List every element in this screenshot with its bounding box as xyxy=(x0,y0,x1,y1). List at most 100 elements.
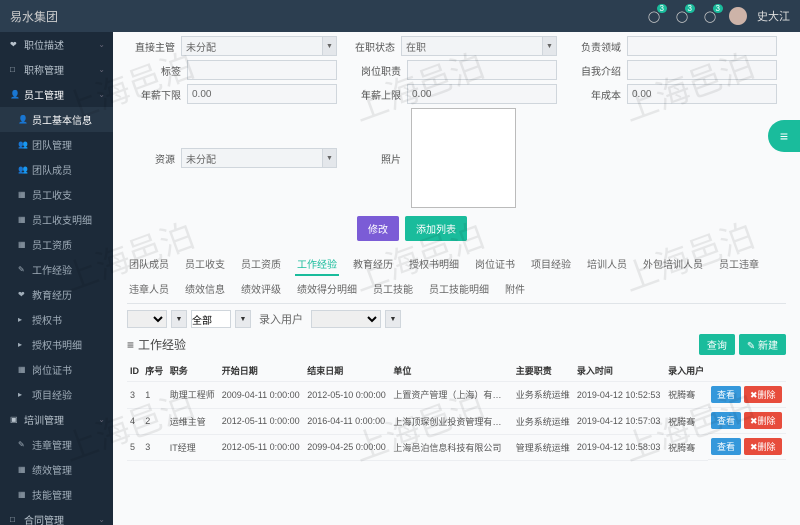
form-group-负责领域: 负责领域 xyxy=(567,36,777,56)
sidebar-item-19[interactable]: □合同管理⌄ xyxy=(0,507,113,525)
sidebar-label: 培训管理 xyxy=(24,412,64,427)
cell-job: 运维主管 xyxy=(167,408,219,434)
tab-员工技能明细[interactable]: 员工技能明细 xyxy=(427,278,491,299)
view-button[interactable]: 查看 xyxy=(711,412,741,429)
field-input[interactable] xyxy=(187,60,337,80)
delete-button[interactable]: ✖删除 xyxy=(744,386,782,403)
modify-button[interactable]: 修改 xyxy=(357,216,399,241)
sidebar-label: 绩效管理 xyxy=(32,462,72,477)
sidebar-icon: 👤 xyxy=(18,115,28,124)
cell-job: IT经理 xyxy=(167,434,219,460)
sidebar-item-8[interactable]: ▦员工资质 xyxy=(0,232,113,257)
field-input[interactable] xyxy=(407,84,557,104)
delete-button[interactable]: ✖删除 xyxy=(744,438,782,455)
form-buttons: 修改 添加列表 xyxy=(357,216,786,241)
field-input[interactable] xyxy=(407,60,557,80)
sidebar-item-14[interactable]: ▸项目经验 xyxy=(0,382,113,407)
notify-icon-2[interactable]: ◯3 xyxy=(673,7,691,25)
sidebar-item-12[interactable]: ▸授权书明细 xyxy=(0,332,113,357)
sidebar-item-4[interactable]: 👥团队管理 xyxy=(0,132,113,157)
avatar[interactable] xyxy=(729,7,747,25)
tab-绩效信息[interactable]: 绩效信息 xyxy=(183,278,227,299)
sidebar-icon: 👥 xyxy=(18,140,28,149)
sidebar-item-18[interactable]: ▦技能管理 xyxy=(0,482,113,507)
tab-员工收支[interactable]: 员工收支 xyxy=(183,253,227,276)
filter-row: ▼ ▼ 录入用户 ▼ xyxy=(127,310,786,328)
tab-员工违章[interactable]: 员工违章 xyxy=(717,253,761,276)
notify-icon-1[interactable]: ◯3 xyxy=(645,7,663,25)
sidebar-icon: ❤ xyxy=(10,40,20,49)
sidebar-item-6[interactable]: ▦员工收支 xyxy=(0,182,113,207)
tab-违章人员[interactable]: 违章人员 xyxy=(127,278,171,299)
col-header: 录入用户 xyxy=(665,360,708,382)
col-header: ID xyxy=(127,360,142,382)
sidebar-item-15[interactable]: ▣培训管理⌄ xyxy=(0,407,113,432)
chevron-down-icon[interactable]: ▼ xyxy=(323,36,337,56)
cell-end: 2012-05-10 0:00:00 xyxy=(304,382,390,409)
tab-外包培训人员[interactable]: 外包培训人员 xyxy=(641,253,705,276)
sidebar-item-2[interactable]: 👤员工管理⌄ xyxy=(0,82,113,107)
sidebar-item-16[interactable]: ✎违章管理 xyxy=(0,432,113,457)
sidebar-icon: ▦ xyxy=(18,490,28,499)
chevron-down-icon[interactable]: ▼ xyxy=(385,310,401,328)
chevron-down-icon[interactable]: ▼ xyxy=(323,148,337,168)
tab-附件[interactable]: 附件 xyxy=(503,278,527,299)
cell-id: 3 xyxy=(127,382,142,409)
query-button[interactable]: 查询 xyxy=(699,334,735,355)
sidebar-icon: ▦ xyxy=(18,215,28,224)
field-input[interactable] xyxy=(627,36,777,56)
view-button[interactable]: 查看 xyxy=(711,438,741,455)
add-list-button[interactable]: 添加列表 xyxy=(405,216,467,241)
sidebar-label: 员工管理 xyxy=(24,87,64,102)
tab-绩效评级[interactable]: 绩效评级 xyxy=(239,278,283,299)
fab-menu-icon[interactable]: ≡ xyxy=(768,120,800,152)
sidebar-item-3[interactable]: 👤员工基本信息 xyxy=(0,107,113,132)
filter-select-2[interactable] xyxy=(311,310,381,328)
sidebar-item-9[interactable]: ✎工作经验 xyxy=(0,257,113,282)
sidebar-item-11[interactable]: ▸授权书 xyxy=(0,307,113,332)
sidebar-item-5[interactable]: 👥团队成员 xyxy=(0,157,113,182)
tab-员工资质[interactable]: 员工资质 xyxy=(239,253,283,276)
field-input[interactable] xyxy=(181,148,323,168)
form-group-照片: 照片 xyxy=(347,108,516,208)
photo-upload[interactable] xyxy=(411,108,516,208)
sidebar-item-7[interactable]: ▦员工收支明细 xyxy=(0,207,113,232)
field-input[interactable] xyxy=(181,36,323,56)
sidebar-item-10[interactable]: ❤教育经历 xyxy=(0,282,113,307)
field-input[interactable] xyxy=(627,60,777,80)
sidebar-label: 员工收支 xyxy=(32,187,72,202)
notify-icon-3[interactable]: ◯3 xyxy=(701,7,719,25)
tab-项目经验[interactable]: 项目经验 xyxy=(529,253,573,276)
field-input[interactable] xyxy=(401,36,543,56)
row-ops: 查看✖删除 xyxy=(708,408,786,434)
chevron-icon: ⌄ xyxy=(98,90,105,99)
sidebar-item-1[interactable]: □职称管理⌄ xyxy=(0,57,113,82)
chevron-down-icon[interactable]: ▼ xyxy=(543,36,557,56)
chevron-down-icon[interactable]: ▼ xyxy=(171,310,187,328)
chevron-icon: ⌄ xyxy=(98,40,105,49)
tab-教育经历[interactable]: 教育经历 xyxy=(351,253,395,276)
sidebar-item-13[interactable]: ▦岗位证书 xyxy=(0,357,113,382)
filter-select-1[interactable] xyxy=(127,310,167,328)
delete-button[interactable]: ✖删除 xyxy=(744,412,782,429)
main: 直接主管▼在职状态▼负责领域标签岗位职责自我介绍年薪下限年薪上限年成本资源▼照片… xyxy=(113,32,800,525)
field-input[interactable] xyxy=(187,84,337,104)
sidebar-item-0[interactable]: ❤职位描述⌄ xyxy=(0,32,113,57)
tab-授权书明细[interactable]: 授权书明细 xyxy=(407,253,461,276)
chevron-down-icon[interactable]: ▼ xyxy=(235,310,251,328)
sidebar-item-17[interactable]: ▦绩效管理 xyxy=(0,457,113,482)
tab-岗位证书[interactable]: 岗位证书 xyxy=(473,253,517,276)
tab-培训人员[interactable]: 培训人员 xyxy=(585,253,629,276)
user-name[interactable]: 史大江 xyxy=(757,8,790,24)
field-input[interactable] xyxy=(627,84,777,104)
tab-绩效得分明细[interactable]: 绩效得分明细 xyxy=(295,278,359,299)
tab-员工技能[interactable]: 员工技能 xyxy=(371,278,415,299)
new-button[interactable]: ✎ 新建 xyxy=(739,334,786,355)
field-label: 年成本 xyxy=(567,87,621,102)
col-header xyxy=(708,360,786,382)
view-button[interactable]: 查看 xyxy=(711,386,741,403)
tab-工作经验[interactable]: 工作经验 xyxy=(295,253,339,276)
sidebar-label: 团队成员 xyxy=(32,162,72,177)
filter-input-1[interactable] xyxy=(191,310,231,328)
tab-团队成员[interactable]: 团队成员 xyxy=(127,253,171,276)
